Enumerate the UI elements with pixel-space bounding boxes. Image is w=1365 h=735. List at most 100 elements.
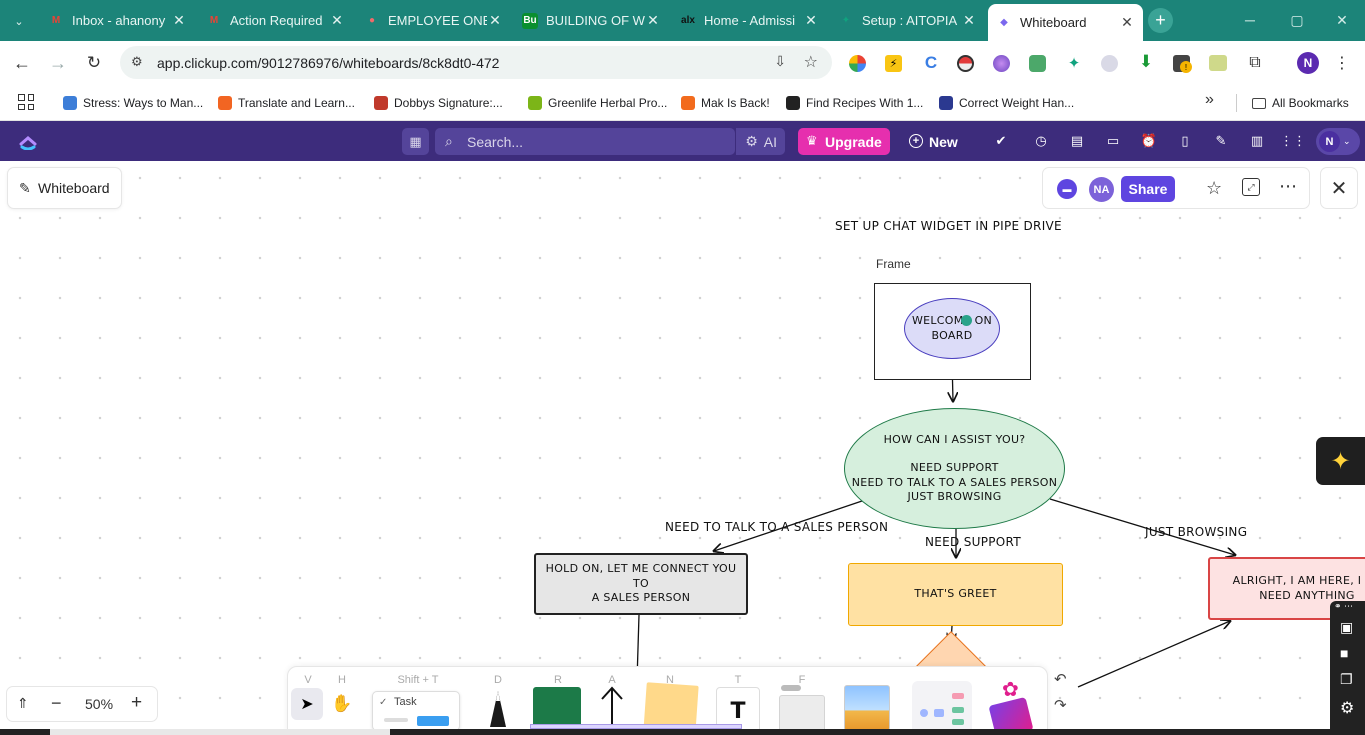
extensions-puzzle-icon[interactable]: ⧉ <box>1245 53 1265 73</box>
forward-icon[interactable]: → <box>48 53 68 73</box>
all-bookmarks-folder[interactable]: All Bookmarks <box>1252 93 1349 113</box>
tab-2[interactable]: M Action Required ✕ <box>198 6 353 35</box>
upgrade-button[interactable]: ♛ Upgrade <box>798 128 890 155</box>
task-tool[interactable]: ✓ Task <box>372 691 460 731</box>
zoom-level[interactable]: 50% <box>85 696 113 712</box>
bookmark-item[interactable]: Stress: Ways to Man... <box>63 93 203 113</box>
undo-icon[interactable]: ↶ <box>1054 670 1067 688</box>
extension-icon-11[interactable] <box>1209 55 1227 71</box>
edge-label-support[interactable]: NEED SUPPORT <box>925 535 1021 549</box>
site-info-icon[interactable]: ⚙ <box>131 54 143 70</box>
search-input[interactable]: ⌕ Search... <box>435 128 735 155</box>
templates-tool[interactable] <box>912 681 972 735</box>
tab-search-button[interactable]: ⌄ <box>8 10 30 32</box>
extension-icon-2[interactable]: ⚡ <box>885 55 902 72</box>
browser-menu-icon[interactable]: ⋮ <box>1334 53 1350 73</box>
redo-icon[interactable]: ↷ <box>1054 696 1067 714</box>
link-icon[interactable]: ⚭ ⋯ <box>1334 601 1353 612</box>
clipboard-icon[interactable]: ▤ <box>1069 133 1085 149</box>
calendar-icon[interactable]: ▦ <box>402 128 429 155</box>
extension-icon-8[interactable] <box>1101 55 1118 72</box>
extension-icon-7[interactable]: ✦ <box>1065 54 1083 72</box>
tab-close-icon[interactable]: ✕ <box>329 12 345 29</box>
video-icon[interactable]: ▭ <box>1105 133 1121 149</box>
diagram-title[interactable]: SET UP CHAT WIDGET IN PIPE DRIVE <box>835 219 1062 233</box>
back-icon[interactable]: ← <box>12 53 32 73</box>
bookmarks-overflow-icon[interactable]: » <box>1205 91 1214 109</box>
alarm-icon[interactable]: ⏰ <box>1141 133 1157 149</box>
new-button[interactable]: + New <box>907 128 967 155</box>
pen-tool[interactable] <box>484 689 512 727</box>
bookmark-star-icon[interactable]: ☆ <box>804 52 818 72</box>
extension-icon-6[interactable] <box>1029 55 1046 72</box>
welcome-node[interactable]: WELCOME ON BOARD <box>904 298 1000 359</box>
install-app-icon[interactable]: ⇩ <box>774 53 786 70</box>
image-tool[interactable] <box>844 685 890 731</box>
whiteboard-canvas[interactable]: SET UP CHAT WIDGET IN PIPE DRIVE Frame W… <box>0 161 1365 735</box>
dashboard-icon[interactable]: ▥ <box>1249 133 1265 149</box>
bookmark-item[interactable]: Find Recipes With 1... <box>786 93 923 113</box>
bookmark-item[interactable]: Dobbys Signature:... <box>374 93 503 113</box>
collaborator-cursor-icon[interactable]: ▬ <box>1057 179 1077 199</box>
hold-on-node[interactable]: HOLD ON, LET ME CONNECT YOU TO A SALES P… <box>534 553 748 615</box>
apps-grid-icon[interactable] <box>18 94 34 110</box>
bookmark-item[interactable]: Correct Weight Han... <box>939 93 1074 113</box>
bookmark-item[interactable]: Greenlife Herbal Pro... <box>528 93 667 113</box>
hand-tool[interactable]: ✋ <box>328 689 356 719</box>
extension-icon-10[interactable]: ! <box>1173 55 1192 73</box>
bookmark-item[interactable]: Translate and Learn... <box>218 93 355 113</box>
download-icon[interactable]: ⬇ <box>1137 52 1155 71</box>
extension-icon-3[interactable]: C <box>921 53 941 73</box>
extension-icon-1[interactable] <box>849 55 866 72</box>
screen-icon[interactable]: ❐ <box>1340 671 1353 688</box>
arrow-tool[interactable] <box>598 685 626 729</box>
video-record-icon[interactable]: ■ <box>1340 645 1348 661</box>
tab-6[interactable]: ✦ Setup : AITOPIA ✕ <box>830 6 985 35</box>
zoom-in-button[interactable]: + <box>131 692 142 714</box>
tab-7[interactable]: ◆ Whiteboard ✕ <box>988 4 1143 41</box>
tab-4[interactable]: Bu BUILDING OF W ✕ <box>514 6 669 35</box>
ai-button[interactable]: ⚙ AI <box>735 128 785 155</box>
edge-label-browsing[interactable]: JUST BROWSING <box>1145 525 1247 539</box>
tab-close-icon[interactable]: ✕ <box>487 12 503 29</box>
camera-icon[interactable]: ▣ <box>1340 619 1353 636</box>
tab-close-icon[interactable]: ✕ <box>1119 14 1135 31</box>
collaborator-avatar[interactable]: NA <box>1089 177 1114 202</box>
extension-icon-5[interactable] <box>993 55 1010 72</box>
favorite-star-icon[interactable]: ☆ <box>1206 178 1222 199</box>
doc-icon[interactable]: ▯ <box>1177 133 1193 149</box>
tab-close-icon[interactable]: ✕ <box>171 12 187 29</box>
close-window-button[interactable]: ✕ <box>1328 8 1356 32</box>
check-circle-icon[interactable]: ✔ <box>993 133 1009 149</box>
tab-1[interactable]: M Inbox - ahanony ✕ <box>40 6 195 35</box>
zoom-out-button[interactable]: − <box>51 693 62 714</box>
frame-tool[interactable] <box>779 685 825 733</box>
tab-close-icon[interactable]: ✕ <box>803 12 819 29</box>
minimize-button[interactable]: ─ <box>1236 8 1264 32</box>
tab-5[interactable]: alx Home - Admissi ✕ <box>672 6 827 35</box>
pen-icon[interactable]: ✎ <box>1213 133 1229 149</box>
timer-icon[interactable]: ◷ <box>1033 133 1049 149</box>
select-tool[interactable]: ➤ <box>291 688 323 720</box>
frame-label[interactable]: Frame <box>870 253 917 275</box>
more-options-icon[interactable]: ⋯ <box>1279 176 1297 197</box>
collapse-up-icon[interactable]: ⇑ <box>17 695 29 712</box>
maximize-button[interactable]: ▢ <box>1283 8 1311 32</box>
assist-node[interactable]: HOW CAN I ASSIST YOU? NEED SUPPORT NEED … <box>844 408 1065 529</box>
thats-greet-node[interactable]: THAT'S GREET <box>848 563 1063 626</box>
whiteboard-title-button[interactable]: ✎ Whiteboard <box>7 167 122 209</box>
clickup-logo-icon[interactable] <box>18 132 38 151</box>
share-button[interactable]: Share <box>1121 176 1175 202</box>
edge-label-sales[interactable]: NEED TO TALK TO A SALES PERSON <box>665 520 888 534</box>
integrations-tool[interactable]: ✿ <box>988 677 1040 735</box>
settings-gear-icon[interactable]: ⚙ <box>1340 698 1354 718</box>
close-whiteboard-button[interactable]: ✕ <box>1320 167 1358 209</box>
tab-close-icon[interactable]: ✕ <box>645 12 661 29</box>
user-avatar[interactable]: N ⌄ <box>1316 128 1360 155</box>
reload-icon[interactable]: ↻ <box>84 53 104 73</box>
new-tab-button[interactable]: + <box>1148 8 1173 33</box>
tab-close-icon[interactable]: ✕ <box>961 12 977 29</box>
extension-icon-4[interactable] <box>957 55 974 72</box>
apps-icon[interactable]: ⋮⋮ <box>1280 133 1306 149</box>
ai-sparkle-button[interactable]: ✦ <box>1316 437 1365 485</box>
